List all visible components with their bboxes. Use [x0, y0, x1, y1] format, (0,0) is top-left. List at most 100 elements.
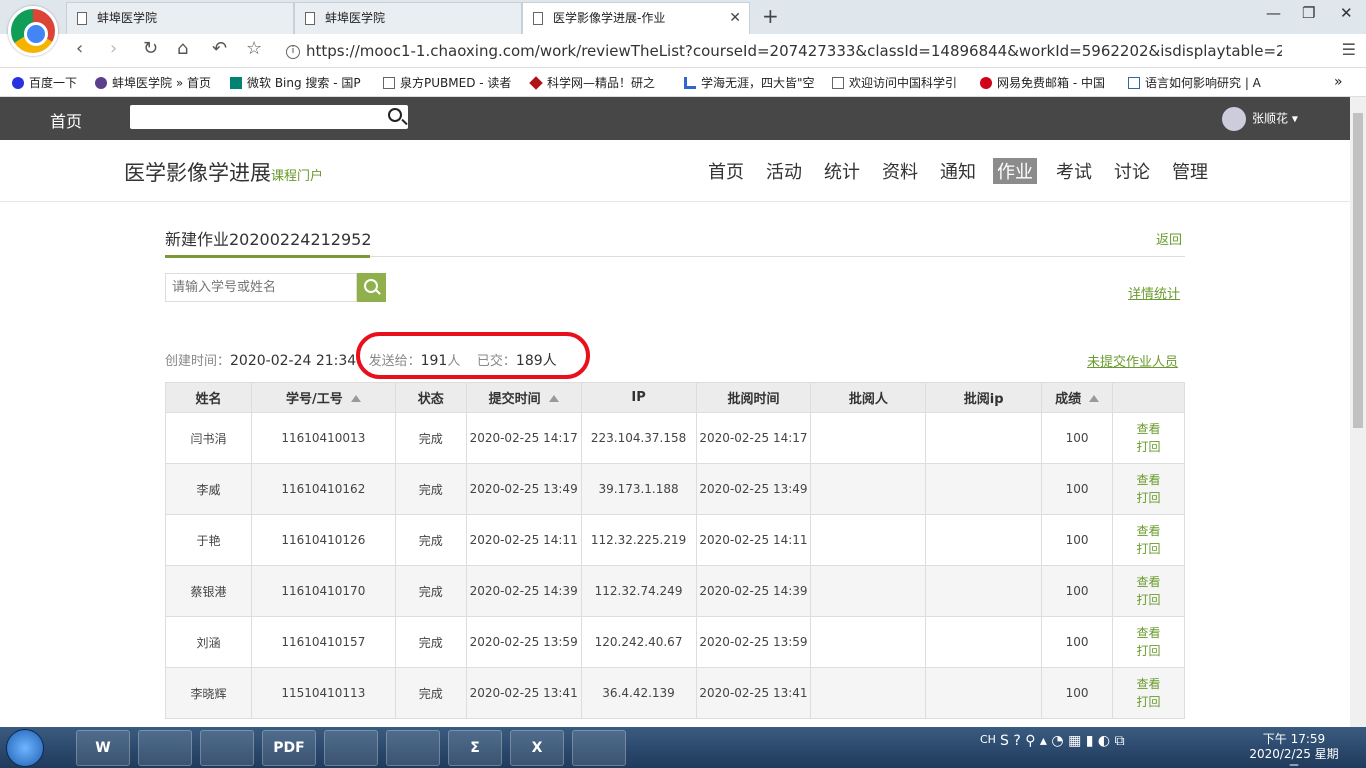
- back-icon[interactable]: ‹: [76, 38, 83, 59]
- nav-activity[interactable]: 活动: [766, 158, 802, 184]
- nav-homework[interactable]: 作业: [993, 158, 1037, 184]
- nav-materials[interactable]: 资料: [882, 158, 918, 184]
- sort-arrow-icon[interactable]: [548, 395, 559, 402]
- folder-icon[interactable]: [138, 730, 192, 766]
- vertical-scrollbar[interactable]: [1350, 97, 1366, 727]
- table-header-row: 姓名 学号/工号 状态 提交时间 IP 批阅时间 批阅人 批阅ip 成绩: [165, 382, 1185, 413]
- bookmark-item[interactable]: 语言如何影响研究 | A: [1128, 74, 1261, 91]
- sort-arrow-icon[interactable]: [350, 395, 361, 402]
- menu-icon[interactable]: ☰: [1342, 40, 1356, 59]
- minimize-icon[interactable]: —: [1266, 4, 1281, 22]
- browser-tab-strip: 蚌埠医学院 蚌埠医学院 医学影像学进展-作业 ✕ + — ❐ ✕: [0, 0, 1366, 56]
- return-link[interactable]: 打回: [1113, 591, 1184, 609]
- table-cell: [810, 463, 927, 515]
- column-header[interactable]: 学号/工号: [250, 382, 396, 413]
- table-cell: 112.32.74.249: [580, 565, 697, 617]
- start-button[interactable]: [6, 729, 44, 767]
- browser-tab-2[interactable]: 蚌埠医学院: [294, 2, 522, 34]
- book-icon[interactable]: [200, 730, 254, 766]
- student-search-input[interactable]: [165, 273, 357, 302]
- bookmark-item[interactable]: 泉方PUBMED - 读者: [383, 74, 511, 91]
- school-icon: [95, 77, 107, 89]
- search-button[interactable]: [357, 273, 386, 302]
- return-link[interactable]: 打回: [1113, 489, 1184, 507]
- course-portal-link[interactable]: 课程门户: [271, 169, 323, 184]
- nav-statistics[interactable]: 统计: [824, 158, 860, 184]
- tray-icons[interactable]: S ? ⚲ ▴ ◔ ▦ ▮ ◐ ⧉: [1000, 733, 1125, 749]
- site-header: 首页 张顺花 ▾: [0, 97, 1350, 140]
- nav-exam[interactable]: 考试: [1056, 158, 1092, 184]
- nav-discussion[interactable]: 讨论: [1114, 158, 1150, 184]
- tab-title: 医学影像学进展-作业: [553, 11, 666, 25]
- home-icon[interactable]: ⌂: [177, 38, 188, 59]
- reload-icon[interactable]: ↻: [143, 38, 158, 59]
- tab-title: 蚌埠医学院: [325, 11, 386, 25]
- excel-icon[interactable]: X: [510, 730, 564, 766]
- pdf-icon[interactable]: PDF: [262, 730, 316, 766]
- user-menu[interactable]: 张顺花 ▾: [1222, 107, 1298, 131]
- bookmark-item[interactable]: 科学网—精品！研之: [529, 74, 655, 91]
- page-icon: [832, 77, 844, 89]
- return-link[interactable]: 打回: [1113, 540, 1184, 558]
- column-header[interactable]: 成绩: [1041, 382, 1114, 413]
- return-link[interactable]: 打回: [1113, 693, 1184, 711]
- close-tab-icon[interactable]: ✕: [729, 3, 741, 33]
- language-indicator[interactable]: CH: [980, 733, 996, 746]
- view-link[interactable]: 查看: [1113, 420, 1184, 438]
- view-link[interactable]: 查看: [1113, 573, 1184, 591]
- bookmark-item[interactable]: 百度一下: [12, 74, 77, 91]
- column-header: 状态: [394, 382, 467, 413]
- new-tab-icon[interactable]: +: [762, 4, 779, 28]
- scrollbar-thumb[interactable]: [1353, 113, 1363, 428]
- math-icon[interactable]: Σ: [448, 730, 502, 766]
- nav-home[interactable]: 首页: [708, 158, 744, 184]
- detail-stats-link[interactable]: 详情统计: [1128, 283, 1180, 302]
- network-icon[interactable]: [386, 730, 440, 766]
- nav-manage[interactable]: 管理: [1172, 158, 1208, 184]
- more-bookmarks-icon[interactable]: »: [1334, 74, 1343, 90]
- table-cell: 2020-02-25 13:49: [695, 463, 812, 515]
- bookmark-item[interactable]: 微软 Bing 搜索 - 国P: [230, 74, 361, 91]
- table-row: 蔡银港 11610410170 完成 2020-02-25 14:39 112.32.7…: [165, 565, 1185, 617]
- clock[interactable]: 下午 17:59 2020/2/25 星期二: [1244, 732, 1344, 768]
- table-cell: 2020-02-25 14:39: [465, 565, 582, 617]
- bookmark-item[interactable]: 网易免费邮箱 - 中国: [980, 74, 1105, 91]
- browser-tab-1[interactable]: 蚌埠医学院: [66, 2, 294, 34]
- forward-icon[interactable]: ›: [110, 38, 117, 59]
- url-field[interactable]: i https://mooc1-1.chaoxing.com/work/revie…: [282, 38, 1282, 64]
- site-home-link[interactable]: 首页: [50, 108, 82, 132]
- column-header[interactable]: 提交时间: [465, 382, 582, 413]
- restore-icon[interactable]: ❐: [1302, 4, 1315, 22]
- view-link[interactable]: 查看: [1113, 675, 1184, 693]
- return-link[interactable]: 打回: [1113, 438, 1184, 456]
- homework-title: 新建作业20200224212952: [165, 230, 372, 249]
- undo-icon[interactable]: ↶: [212, 38, 227, 59]
- course-name: 医学影像学进展: [124, 161, 271, 185]
- search-icon[interactable]: [388, 108, 402, 122]
- word-icon[interactable]: W: [76, 730, 130, 766]
- table-cell: [810, 616, 927, 668]
- view-link[interactable]: 查看: [1113, 522, 1184, 540]
- unsubmitted-link[interactable]: 未提交作业人员: [1087, 351, 1178, 370]
- nav-notice[interactable]: 通知: [940, 158, 976, 184]
- close-window-icon[interactable]: ✕: [1340, 4, 1353, 22]
- wechat-icon[interactable]: [572, 730, 626, 766]
- return-link[interactable]: 打回: [1113, 642, 1184, 660]
- site-search-input[interactable]: [130, 105, 408, 129]
- view-link[interactable]: 查看: [1113, 624, 1184, 642]
- table-cell: 100: [1041, 412, 1114, 464]
- table-cell: 39.173.1.188: [580, 463, 697, 515]
- bookmark-label: 欢迎访问中国科学引: [849, 76, 958, 90]
- star-icon[interactable]: ☆: [246, 38, 262, 59]
- table-cell: 2020-02-25 13:49: [465, 463, 582, 515]
- view-link[interactable]: 查看: [1113, 471, 1184, 489]
- sort-arrow-icon[interactable]: [1089, 395, 1100, 402]
- bookmark-item[interactable]: 蚌埠医学院 » 首页: [95, 74, 211, 91]
- browser-tab-3[interactable]: 医学影像学进展-作业 ✕: [522, 2, 750, 34]
- back-link[interactable]: 返回: [1156, 229, 1182, 248]
- bookmark-item[interactable]: 学海无涯，四大皆"空: [684, 74, 815, 91]
- chrome-icon[interactable]: [324, 730, 378, 766]
- bookmark-item[interactable]: 欢迎访问中国科学引: [832, 74, 957, 91]
- table-cell: 完成: [394, 616, 467, 668]
- info-icon[interactable]: i: [286, 44, 300, 59]
